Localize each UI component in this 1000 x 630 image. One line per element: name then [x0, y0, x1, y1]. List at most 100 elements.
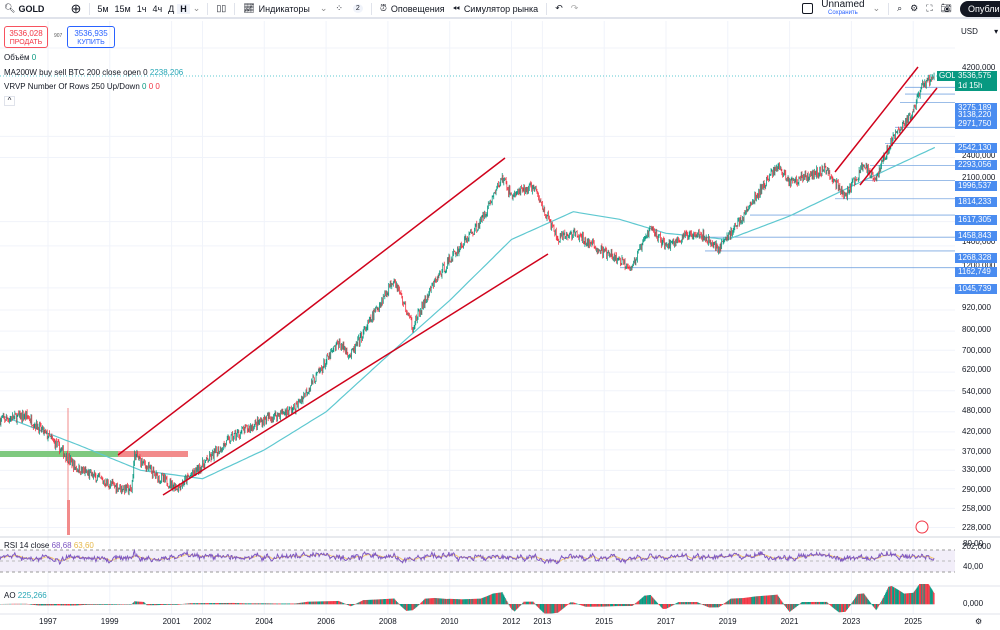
ao-bar [910, 592, 912, 605]
ao-bar [841, 604, 843, 613]
ao-bar [361, 600, 363, 605]
ao-bar [85, 604, 87, 605]
ao-bar [344, 603, 346, 605]
legend-ao[interactable]: AO 225,266 [4, 591, 47, 600]
ao-bar [133, 602, 135, 605]
ao-bar [222, 603, 224, 605]
quick-search-button[interactable]: ⌕ [893, 0, 906, 18]
trend-line[interactable] [117, 157, 506, 456]
ao-bar [851, 602, 853, 605]
timeframe-day[interactable]: Д [165, 4, 177, 14]
undo-button[interactable]: ↶ [551, 0, 567, 18]
ao-bar [791, 604, 793, 611]
axis-settings-icon[interactable]: ⚙︎ [975, 617, 982, 626]
collapse-legend-button[interactable]: ^ [4, 96, 15, 106]
economic-event-icon[interactable] [915, 520, 929, 534]
ao-bar [516, 604, 518, 610]
ao-bar [643, 596, 645, 605]
ao-bar [542, 604, 544, 613]
price-chart[interactable] [0, 21, 1000, 630]
legend-vrvp[interactable]: VRVP Number Of Rows 250 Up/Down 0 0 0 [4, 82, 160, 91]
ao-bar [49, 604, 51, 606]
ao-bar [192, 603, 193, 605]
ao-bar [845, 604, 847, 611]
time-tick: 2013 [533, 617, 552, 626]
trend-line[interactable] [162, 253, 549, 496]
buy-button[interactable]: 3536,935 КУПИТЬ [67, 26, 115, 48]
timeframe-4h[interactable]: 4ч [149, 4, 165, 14]
ao-bar [302, 602, 304, 605]
sell-button[interactable]: 3536,028 ПРОДАТЬ [4, 26, 48, 48]
ao-bar [538, 604, 540, 609]
ao-bar [385, 598, 387, 605]
chevron-down-icon[interactable]: ⌄ [869, 0, 885, 18]
time-tick: 2017 [657, 617, 675, 626]
ao-bar [37, 604, 39, 606]
ao-bar [415, 604, 417, 608]
ao-bar [351, 604, 353, 606]
ao-bar [555, 604, 557, 613]
ao-bar [217, 603, 219, 605]
ao-bar [117, 604, 119, 605]
ao-bar [652, 597, 654, 605]
ao-bar [672, 604, 674, 606]
ao-bar [111, 604, 113, 605]
ao-bar [355, 603, 357, 605]
redo-button[interactable]: ↷ [567, 0, 583, 18]
ao-bar [457, 599, 458, 605]
ao-bar [629, 604, 631, 607]
ao-bar [599, 604, 601, 607]
compare-add-button[interactable]: ⊕ [66, 0, 85, 18]
time-tick: 2025 [904, 617, 922, 626]
ao-bar [79, 604, 81, 606]
chevron-up-icon: ^ [7, 96, 12, 105]
ao-bar [454, 599, 456, 605]
ao-bar [622, 604, 624, 607]
ao-bar [630, 604, 631, 607]
ao-bar [318, 601, 320, 605]
fullscreen-button[interactable]: ⛶ [922, 0, 936, 18]
layout-name-button[interactable]: Unnamed Сохранить [817, 0, 868, 18]
ao-bar [479, 598, 481, 605]
legend-volume[interactable]: Объём 0 [4, 53, 36, 62]
ma200w-line[interactable] [1, 146, 936, 480]
screenshot-button[interactable]: 📷︎ [937, 0, 956, 18]
ao-bar [776, 594, 777, 605]
ao-bar [375, 599, 377, 605]
ao-bar [489, 594, 491, 605]
timeframe-5m[interactable]: 5м [94, 4, 111, 14]
fullscreen-icon: ⛶ [926, 3, 933, 13]
ao-bar [640, 598, 642, 605]
ao-bar [664, 604, 666, 609]
indicators-button[interactable]: 📈︎ Индикаторы ⌄ [239, 0, 331, 18]
layouts-button[interactable]: ⁘ 2 [331, 0, 366, 18]
ao-bar [448, 598, 450, 605]
ao-bar [601, 604, 603, 607]
legend-ma200w[interactable]: MA200W buy sell BTC 200 close open 0 223… [4, 68, 183, 77]
ao-bar [433, 598, 434, 605]
ao-bar [86, 604, 88, 605]
ao-bar [39, 604, 41, 606]
ao-bar [687, 602, 689, 605]
ao-bar [438, 598, 440, 605]
ao-bar [837, 604, 838, 612]
settings-button[interactable]: ⚙︎ [906, 0, 922, 18]
symbol-search[interactable]: 🔍︎ GOLD [0, 0, 48, 18]
layout-checkbox[interactable] [798, 0, 817, 18]
timeframe-1h[interactable]: 1ч [134, 4, 150, 14]
ao-bar [420, 602, 422, 605]
alerts-button[interactable]: ⏰︎ Оповещения [376, 0, 449, 18]
replay-button[interactable]: ⏪︎ Симулятор рынка [449, 0, 543, 18]
chevron-down-icon[interactable]: ⌄ [190, 3, 204, 14]
publish-button[interactable]: Опубликовать [960, 0, 1000, 17]
currency-selector[interactable]: USD ▾ [961, 27, 998, 36]
timeframe-15m[interactable]: 15м [112, 4, 134, 14]
chart-type-button[interactable]: ▯▯ [212, 0, 230, 18]
timeframe-week[interactable]: Н [177, 3, 190, 14]
time-tick: 2006 [317, 617, 335, 626]
ao-bar [31, 604, 33, 605]
legend-rsi[interactable]: RSI 14 close 68,68 63,60 [4, 541, 94, 550]
ao-bar [48, 604, 50, 606]
ao-bar [141, 601, 143, 605]
ao-bar [460, 599, 462, 605]
